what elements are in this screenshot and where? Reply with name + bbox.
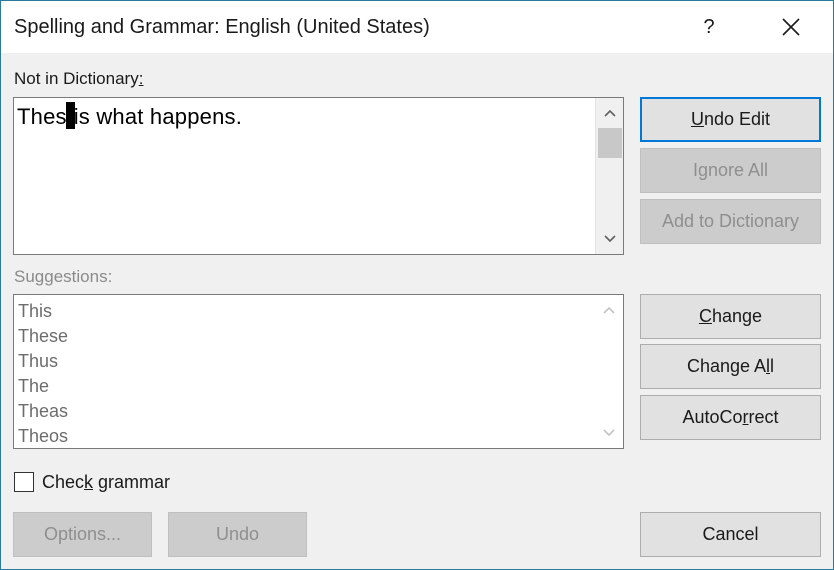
check-grammar-label-key: k (84, 472, 94, 492)
list-item[interactable]: This (18, 301, 52, 322)
options-button[interactable]: Options... (13, 512, 152, 557)
change-label-post: hange (711, 306, 763, 326)
list-item[interactable]: Thus (18, 351, 58, 372)
autocorrect-button[interactable]: AutoCorrect (640, 395, 821, 440)
undo-button[interactable]: Undo (168, 512, 307, 557)
check-grammar-label-pre: Chec (42, 472, 85, 492)
title-bar: Spelling and Grammar: English (United St… (1, 1, 833, 53)
chevron-down-icon (603, 429, 615, 437)
close-button[interactable] (771, 9, 811, 45)
undo-edit-button[interactable]: Undo Edit (640, 97, 821, 142)
sentence-text-after: is what happens. (73, 104, 243, 129)
not-in-dictionary-label: Not in Dictionary: (14, 69, 143, 89)
check-grammar-label[interactable]: Check grammar (42, 472, 170, 493)
chevron-up-icon (604, 109, 616, 117)
autocorrect-label-post: rect (748, 407, 779, 427)
chevron-down-icon (604, 235, 616, 243)
scroll-up-button[interactable] (596, 100, 624, 126)
change-all-label-post: l (770, 356, 775, 376)
list-item[interactable]: Theas (18, 401, 68, 422)
change-all-button[interactable]: Change All (640, 344, 821, 389)
textbox-scrollbar[interactable] (595, 98, 623, 254)
ignore-all-button[interactable]: Ignore All (640, 148, 821, 193)
list-item[interactable]: Theos (18, 426, 68, 447)
change-all-label-pre: Change A (686, 356, 767, 376)
close-icon (782, 18, 800, 36)
autocorrect-label-pre: AutoCo (682, 407, 743, 427)
check-grammar-checkbox[interactable] (14, 472, 34, 492)
sentence-text[interactable]: Thes is what happens. (17, 102, 242, 130)
not-in-dictionary-label-colon: : (138, 69, 144, 88)
suggestions-scroll-up-button[interactable] (595, 297, 623, 323)
sentence-text-before: Thes (17, 104, 67, 129)
check-grammar-label-post: grammar (93, 472, 171, 492)
help-button[interactable]: ? (689, 11, 729, 43)
suggestions-scroll-down-button[interactable] (595, 420, 623, 446)
scroll-thumb[interactable] (598, 128, 622, 158)
add-to-dictionary-button[interactable]: Add to Dictionary (640, 199, 821, 244)
suggestions-list[interactable]: This These Thus The Theas Theos (13, 294, 624, 449)
not-in-dictionary-textbox[interactable]: Thes is what happens. (13, 97, 624, 255)
cancel-button[interactable]: Cancel (640, 512, 821, 557)
list-item[interactable]: These (18, 326, 68, 347)
undo-edit-label-key: U (690, 109, 704, 129)
not-in-dictionary-label-text: Not in Dictionary (14, 69, 139, 88)
undo-edit-label-post: ndo Edit (703, 109, 771, 129)
list-item[interactable]: The (18, 376, 49, 397)
dialog-title: Spelling and Grammar: English (United St… (14, 16, 430, 38)
chevron-up-icon (603, 306, 615, 314)
change-label-key: C (698, 306, 712, 326)
scroll-down-button[interactable] (596, 226, 624, 252)
suggestions-label: Suggestions: (14, 267, 113, 286)
spelling-grammar-dialog: Spelling and Grammar: English (United St… (0, 0, 834, 570)
suggestions-scrollbar[interactable] (595, 295, 623, 448)
change-button[interactable]: Change (640, 294, 821, 339)
